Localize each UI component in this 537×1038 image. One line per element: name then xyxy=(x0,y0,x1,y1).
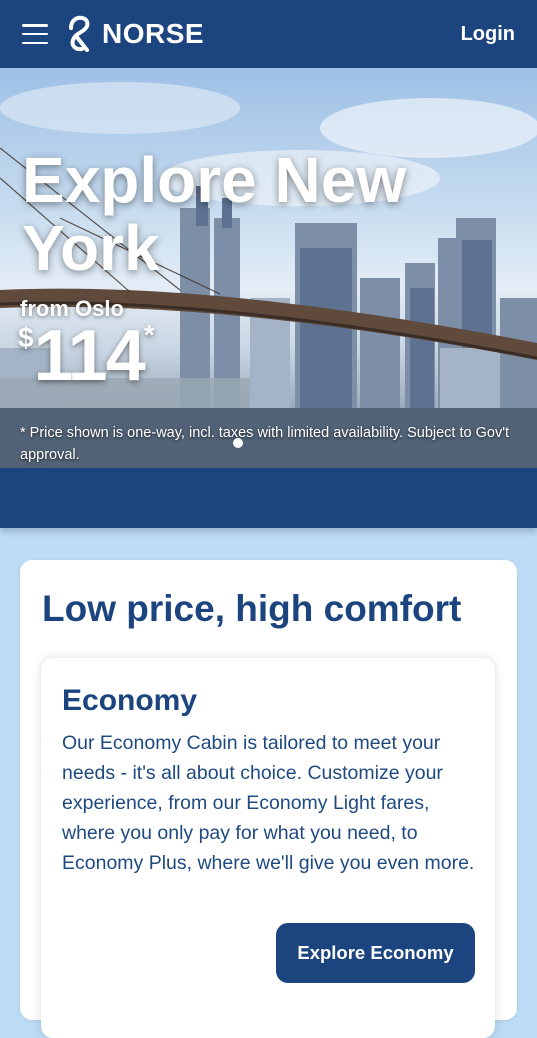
comfort-section-card: Low price, high comfort Economy Our Econ… xyxy=(20,560,517,1038)
cabin-description: Our Economy Cabin is tailored to meet yo… xyxy=(62,732,475,874)
hero-title: Explore New York xyxy=(22,144,407,284)
hero-banner[interactable]: Explore New York from Oslo $ 114 * * Pri… xyxy=(0,68,537,468)
price-amount: 114 xyxy=(33,316,146,396)
login-link[interactable]: Login xyxy=(461,23,515,46)
hero-bottom-band xyxy=(0,468,537,528)
norse-logo-mark-icon xyxy=(69,15,90,52)
section-title: Low price, high comfort xyxy=(42,588,462,629)
brand-name: NORSE xyxy=(102,18,205,49)
price-currency: $ xyxy=(18,322,34,353)
carousel-indicator-dot[interactable] xyxy=(233,438,243,448)
explore-economy-button[interactable]: Explore Economy xyxy=(276,923,475,983)
hero-disclaimer: * Price shown is one-way, incl. taxes wi… xyxy=(20,425,509,463)
brand-logo[interactable]: NORSE xyxy=(62,14,204,54)
cabin-title: Economy xyxy=(62,684,198,717)
top-app-bar: NORSE Login xyxy=(0,0,537,68)
price-asterisk: * xyxy=(143,319,155,350)
economy-cabin-card: Economy Our Economy Cabin is tailored to… xyxy=(41,658,495,1038)
hero-price: $ 114 * xyxy=(18,316,155,396)
hamburger-menu-icon[interactable] xyxy=(22,24,48,44)
